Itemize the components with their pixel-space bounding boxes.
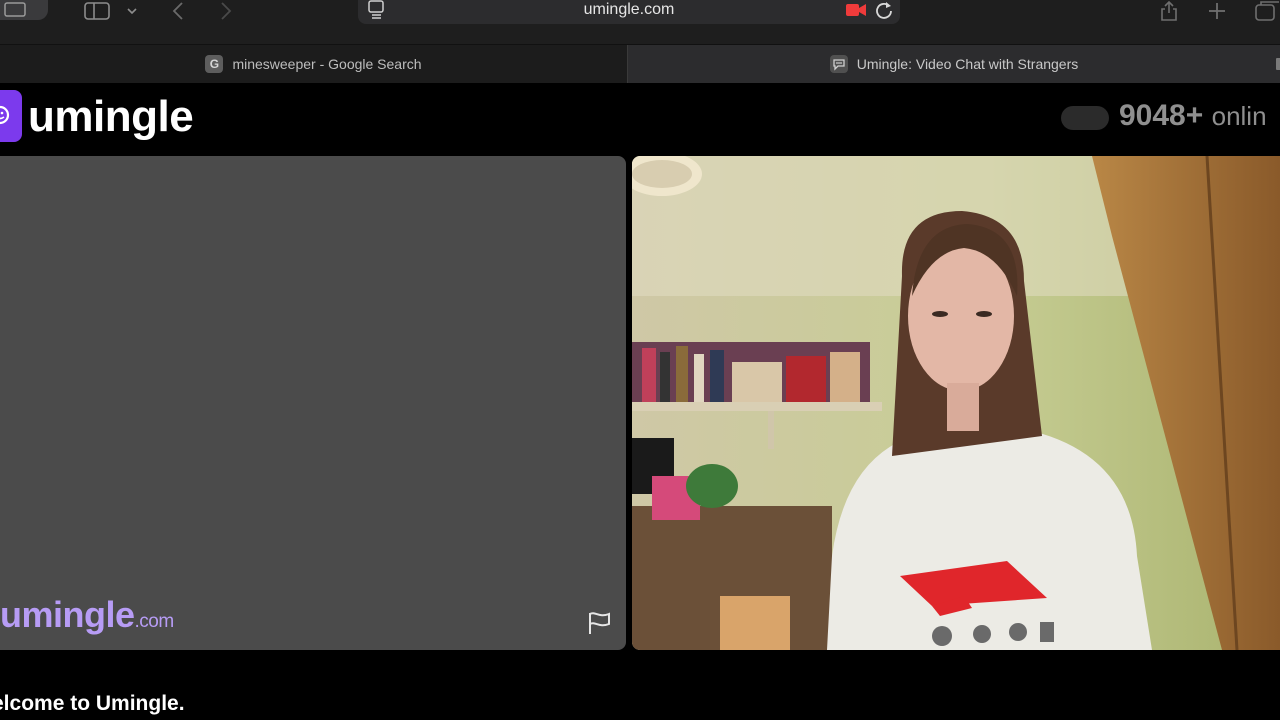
more-tabs-indicator[interactable] — [1276, 58, 1280, 70]
google-favicon-icon: G — [205, 55, 224, 73]
plus-icon — [1209, 3, 1225, 19]
chevron-left-icon — [172, 2, 183, 20]
brand-name[interactable]: umingle — [28, 92, 194, 142]
share-button[interactable] — [1158, 0, 1180, 22]
tab-label: Umingle: Video Chat with Strangers — [856, 56, 1079, 72]
stranger-video-pane — [632, 156, 1280, 650]
window-icon — [4, 2, 26, 17]
forward-button[interactable] — [216, 0, 236, 22]
tab-groups-dropdown[interactable] — [124, 0, 140, 22]
smile-icon — [0, 105, 10, 125]
sidebar-toggle-button[interactable] — [84, 0, 110, 22]
tabs-overview-icon — [1255, 1, 1279, 21]
tab-minesweeper-search[interactable]: G minesweeper - Google Search — [0, 45, 628, 83]
umingle-logo-icon[interactable] — [0, 90, 22, 142]
watermark-logo: umingle.com — [0, 594, 174, 636]
welcome-text: elcome to Umingle. — [0, 692, 185, 715]
tab-label: minesweeper - Google Search — [232, 56, 422, 72]
sidebar-icon — [84, 2, 110, 20]
chevron-down-icon — [127, 8, 137, 15]
online-count-value: 9048+ — [1119, 99, 1204, 132]
stranger-video-feed — [632, 156, 1280, 650]
back-button[interactable] — [168, 0, 188, 22]
chat-bubble-icon — [829, 55, 848, 73]
address-bar[interactable]: umingle.com — [358, 0, 900, 24]
camera-recording-icon[interactable] — [845, 1, 867, 19]
url-text[interactable]: umingle.com — [358, 0, 900, 20]
local-video-pane: umingle.com — [0, 156, 626, 650]
share-icon — [1161, 0, 1177, 21]
tab-overview-button[interactable] — [1254, 0, 1280, 22]
tab-umingle[interactable]: Umingle: Video Chat with Strangers — [628, 45, 1280, 83]
flag-icon — [589, 612, 610, 634]
browser-toolbar: umingle.com — [0, 0, 1280, 44]
online-count: 9048+ onlin — [1119, 99, 1267, 133]
settings-toggle[interactable] — [1061, 106, 1109, 130]
watermark-domain: .com — [134, 611, 175, 632]
watermark-name: umingle — [0, 594, 135, 635]
report-flag-button[interactable] — [586, 610, 612, 636]
new-tab-button[interactable] — [1206, 0, 1228, 22]
sidebar-pill-button[interactable] — [0, 0, 48, 20]
reload-icon[interactable] — [874, 0, 894, 20]
online-count-label: onlin — [1211, 101, 1267, 131]
tab-bar: G minesweeper - Google Search Umingle: V… — [0, 44, 1280, 83]
chevron-right-icon — [221, 2, 232, 20]
